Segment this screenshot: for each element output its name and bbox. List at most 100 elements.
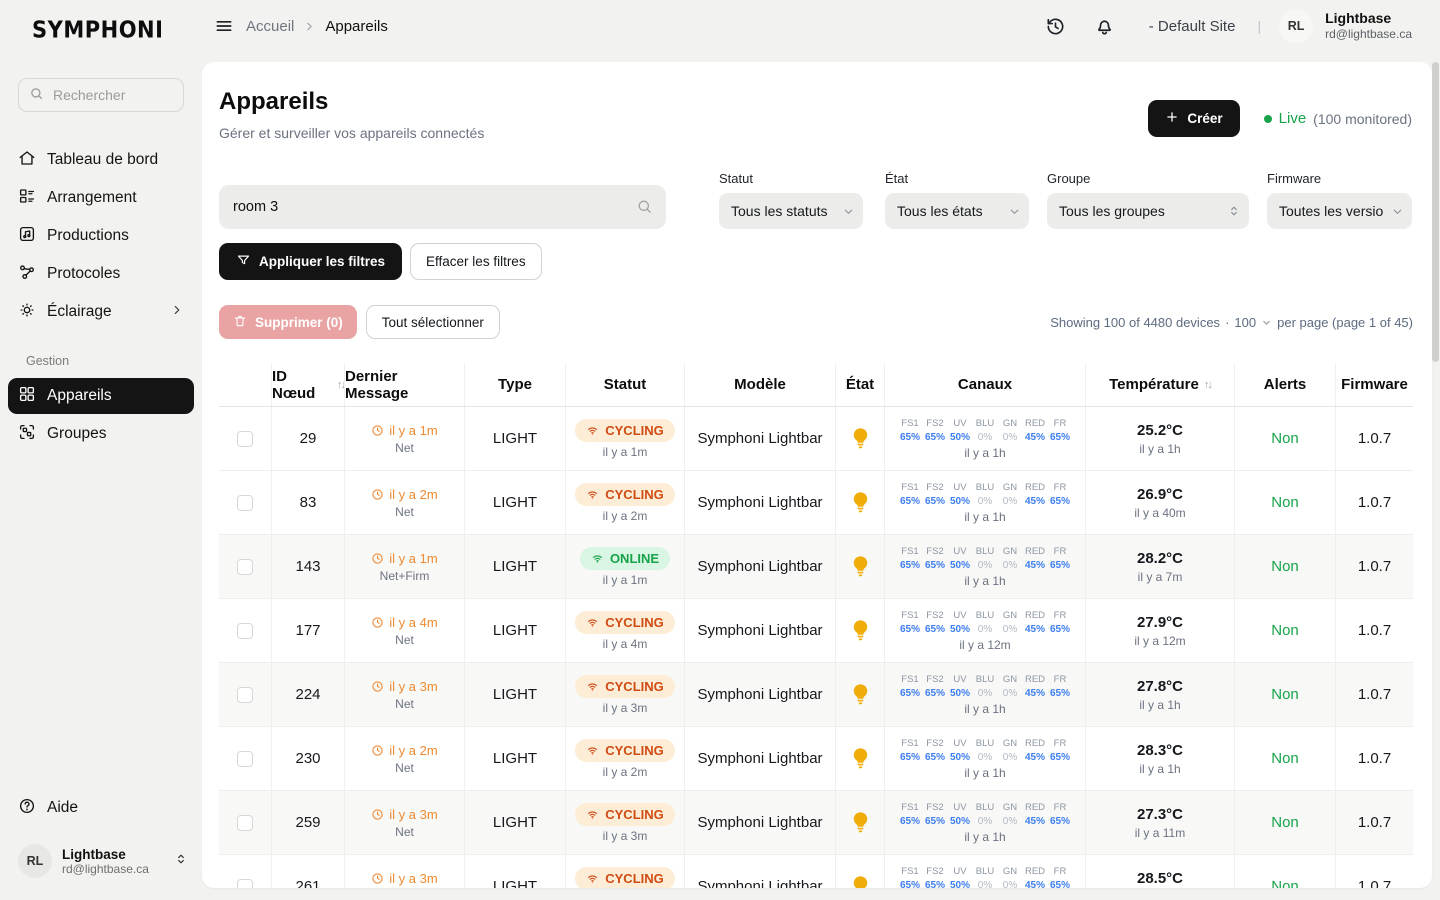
clock-icon bbox=[371, 744, 384, 757]
firmware-select[interactable]: Toutes les versio bbox=[1267, 193, 1412, 229]
row-checkbox[interactable] bbox=[237, 559, 253, 575]
cell-firmware: 1.0.7 bbox=[1335, 599, 1413, 662]
scrollbar-thumb[interactable] bbox=[1432, 62, 1439, 362]
user-name: Lightbase bbox=[62, 847, 149, 862]
breadcrumb-accueil[interactable]: Accueil bbox=[246, 18, 294, 35]
cell-last-message: il y a 3m Net bbox=[344, 663, 464, 726]
channel-values: 65%65%50%0%0%45%65% bbox=[898, 432, 1073, 443]
clock-icon bbox=[371, 488, 384, 501]
cell-firmware: 1.0.7 bbox=[1335, 407, 1413, 470]
table-row: 259 il y a 3m Net LIGHT CYCLING il y a 3… bbox=[219, 791, 1413, 855]
header-temperature[interactable]: Température↑↓ bbox=[1085, 363, 1234, 406]
cell-model: Symphoni Lightbar bbox=[684, 727, 835, 790]
cell-etat bbox=[835, 535, 884, 598]
cell-model: Symphoni Lightbar bbox=[684, 599, 835, 662]
bulb-icon bbox=[853, 492, 868, 513]
page-header-left: Appareils Gérer et surveiller vos appare… bbox=[219, 88, 484, 141]
sidebar-item-appareils[interactable]: Appareils bbox=[8, 378, 194, 414]
channel-labels: FS1FS2UVBLUGNREDFR bbox=[898, 674, 1073, 685]
cell-alerts: Non bbox=[1234, 407, 1335, 470]
per-page-select[interactable]: 100 bbox=[1234, 315, 1256, 330]
channel-labels: FS1FS2UVBLUGNREDFR bbox=[898, 418, 1073, 429]
statut-select[interactable]: Tous les statuts bbox=[719, 193, 863, 229]
history-icon[interactable] bbox=[1045, 16, 1066, 37]
cell-alerts: Non bbox=[1234, 599, 1335, 662]
hamburger-menu-icon[interactable] bbox=[214, 16, 234, 36]
page-header: Appareils Gérer et surveiller vos appare… bbox=[202, 62, 1432, 141]
breadcrumb: Accueil Appareils bbox=[246, 18, 388, 35]
group-icon bbox=[18, 423, 36, 446]
device-search bbox=[219, 185, 666, 229]
row-checkbox[interactable] bbox=[237, 687, 253, 703]
cell-channels: FS1FS2UVBLUGNREDFR 65%65%50%0%0%45%65% i… bbox=[884, 791, 1085, 854]
status-badge: CYCLING bbox=[575, 739, 675, 762]
table-row: 261 il y a 3m Net LIGHT CYCLING il y a 3… bbox=[219, 855, 1413, 888]
sidebar-item-groupes[interactable]: Groupes bbox=[8, 416, 194, 452]
clock-icon bbox=[371, 616, 384, 629]
sidebar-item-productions[interactable]: Productions bbox=[8, 218, 194, 254]
cell-channels: FS1FS2UVBLUGNREDFR 65%65%50%0%0%45%65% i… bbox=[884, 663, 1085, 726]
cell-checkbox bbox=[219, 599, 271, 662]
wifi-icon bbox=[586, 424, 599, 437]
cell-status: CYCLING il y a 2m bbox=[565, 471, 684, 534]
create-button[interactable]: Créer bbox=[1148, 100, 1239, 137]
row-checkbox[interactable] bbox=[237, 431, 253, 447]
bulb-icon bbox=[853, 748, 868, 769]
cell-alerts: Non bbox=[1234, 855, 1335, 888]
chevron-down-icon[interactable] bbox=[1261, 317, 1272, 328]
channel-values: 65%65%50%0%0%45%65% bbox=[898, 624, 1073, 635]
sidebar-item-tableau-de-bord[interactable]: Tableau de bord bbox=[8, 142, 194, 178]
channel-labels: FS1FS2UVBLUGNREDFR bbox=[898, 482, 1073, 493]
select-all-button[interactable]: Tout sélectionner bbox=[366, 305, 500, 339]
pagination-summary: Showing 100 of 4480 devices · 100 per pa… bbox=[1050, 315, 1413, 330]
cell-checkbox bbox=[219, 407, 271, 470]
cell-alerts: Non bbox=[1234, 727, 1335, 790]
cell-temperature: 27.3°C il y a 11m bbox=[1085, 791, 1234, 854]
sort-icon: ↑↓ bbox=[1204, 379, 1211, 391]
avatar[interactable]: RL bbox=[1279, 9, 1313, 43]
sidebar-item-protocoles[interactable]: Protocoles bbox=[8, 256, 194, 292]
grid-icon bbox=[18, 385, 36, 408]
row-checkbox[interactable] bbox=[237, 623, 253, 639]
topbar-user[interactable]: Lightbase rd@lightbase.ca bbox=[1325, 10, 1412, 43]
site-selector[interactable]: - Default Site bbox=[1149, 18, 1236, 35]
sidebar-item-arrangement[interactable]: Arrangement bbox=[8, 180, 194, 216]
home-icon bbox=[18, 149, 36, 172]
cell-checkbox bbox=[219, 663, 271, 726]
sidebar-section-gestion: Gestion bbox=[8, 332, 194, 376]
cell-last-message: il y a 4m Net bbox=[344, 599, 464, 662]
filter-actions: Appliquer les filtres Effacer les filtre… bbox=[202, 229, 1432, 280]
live-status: Live (100 monitored) bbox=[1264, 110, 1412, 127]
groupe-select[interactable]: Tous les groupes bbox=[1047, 193, 1249, 229]
clear-filters-button[interactable]: Effacer les filtres bbox=[410, 243, 542, 280]
etat-select[interactable]: Tous les états bbox=[885, 193, 1029, 229]
sidebar-item-label: Appareils bbox=[47, 387, 112, 405]
row-checkbox[interactable] bbox=[237, 495, 253, 511]
header-id-noeud[interactable]: ID Nœud↑↓ bbox=[271, 363, 344, 406]
row-checkbox[interactable] bbox=[237, 751, 253, 767]
cell-model: Symphoni Lightbar bbox=[684, 535, 835, 598]
sidebar-item-eclairage[interactable]: Éclairage bbox=[8, 294, 194, 330]
cell-type: LIGHT bbox=[464, 471, 565, 534]
bell-icon[interactable] bbox=[1094, 16, 1115, 37]
user-email: rd@lightbase.ca bbox=[62, 862, 149, 876]
device-search-input[interactable] bbox=[219, 185, 666, 229]
breadcrumb-appareils: Appareils bbox=[325, 18, 388, 35]
cell-etat bbox=[835, 855, 884, 888]
cell-status: CYCLING il y a 3m bbox=[565, 855, 684, 888]
delete-button[interactable]: Supprimer (0) bbox=[219, 305, 357, 339]
sidebar-user-menu[interactable]: RL Lightbase rd@lightbase.ca bbox=[0, 832, 202, 900]
cell-etat bbox=[835, 599, 884, 662]
row-checkbox[interactable] bbox=[237, 815, 253, 831]
table-row: 224 il y a 3m Net LIGHT CYCLING il y a 3… bbox=[219, 663, 1413, 727]
plus-icon bbox=[1165, 110, 1179, 127]
filter-label: Groupe bbox=[1047, 171, 1249, 186]
sidebar-item-aide[interactable]: Aide bbox=[8, 790, 194, 826]
help-icon bbox=[18, 797, 36, 820]
table-row: 177 il y a 4m Net LIGHT CYCLING il y a 4… bbox=[219, 599, 1413, 663]
apply-filters-button[interactable]: Appliquer les filtres bbox=[219, 243, 402, 280]
cell-type: LIGHT bbox=[464, 855, 565, 888]
filter-groupe: Groupe Tous les groupes bbox=[1047, 171, 1249, 229]
row-checkbox[interactable] bbox=[237, 879, 253, 889]
search-icon bbox=[636, 198, 653, 220]
